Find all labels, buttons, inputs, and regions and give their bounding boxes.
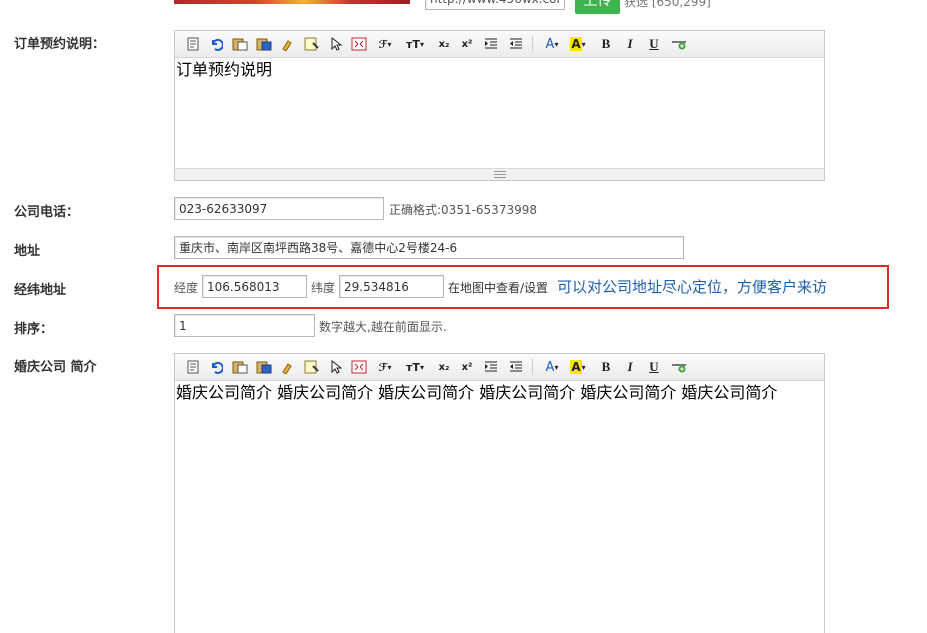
- cursor-icon[interactable]: [326, 35, 346, 53]
- toolbar-divider: [532, 359, 533, 375]
- back-color-button[interactable]: A ▾: [566, 35, 590, 53]
- outdent-icon[interactable]: [506, 35, 526, 53]
- phone-format-hint: 正确格式:0351-65373998: [389, 203, 537, 217]
- geo-annotation: 可以对公司地址尽心定位，方便客户来访: [557, 278, 828, 296]
- indent-icon[interactable]: [481, 358, 501, 376]
- subscript-button[interactable]: x₂: [434, 358, 454, 376]
- upload-button[interactable]: 上传: [575, 0, 620, 14]
- order-note-content[interactable]: 订单预约说明: [175, 58, 824, 170]
- editor-toolbar: ℱ ▾ тT ▾ x₂ x² A ▾ A ▾ B I U: [175, 31, 824, 58]
- insert-line-icon[interactable]: [669, 358, 689, 376]
- paste-word-icon[interactable]: [254, 358, 274, 376]
- image-size-hint: 获选 [650,299]: [624, 0, 711, 9]
- font-family-button[interactable]: ℱ ▾: [373, 35, 397, 53]
- fullscreen-icon[interactable]: [349, 358, 369, 376]
- source-icon[interactable]: [183, 358, 203, 376]
- toolbar-divider: [532, 36, 533, 52]
- intro-editor[interactable]: ℱ ▾ тT ▾ x₂ x² A ▾ A ▾ B I U 婚庆公司简介 婚庆公司简介 婚…: [174, 353, 825, 633]
- sort-input[interactable]: [174, 314, 315, 337]
- font-size-button[interactable]: тT ▾: [403, 358, 427, 376]
- indent-icon[interactable]: [481, 35, 501, 53]
- longitude-label: 经度: [174, 281, 199, 295]
- editor-toolbar: ℱ ▾ тT ▾ x₂ x² A ▾ A ▾ B I U: [175, 354, 824, 381]
- geo-label: 经纬地址: [14, 283, 67, 298]
- image-url-input[interactable]: [425, 0, 565, 10]
- phone-label: 公司电话：: [14, 205, 80, 220]
- back-color-button[interactable]: A ▾: [566, 358, 590, 376]
- superscript-button[interactable]: x²: [457, 35, 477, 53]
- sort-hint: 数字越大,越在前面显示.: [319, 320, 447, 334]
- bold-button[interactable]: B: [596, 35, 616, 53]
- font-color-button[interactable]: A ▾: [540, 35, 564, 53]
- order-note-label: 订单预约说明：: [14, 37, 106, 52]
- bold-button[interactable]: B: [596, 358, 616, 376]
- editor-resize-handle[interactable]: [175, 168, 824, 180]
- address-label: 地址: [14, 244, 41, 259]
- grip-icon: [493, 171, 506, 178]
- banner-image-preview: [174, 0, 410, 4]
- font-color-button[interactable]: A ▾: [540, 358, 564, 376]
- address-input[interactable]: [174, 236, 684, 259]
- undo-icon[interactable]: [206, 358, 226, 376]
- intro-label: 婚庆公司 简介: [14, 360, 97, 375]
- phone-input[interactable]: [174, 197, 384, 220]
- source-icon[interactable]: [183, 35, 203, 53]
- map-view-link[interactable]: 在地图中查看/设置: [448, 279, 548, 296]
- paste-icon[interactable]: [230, 358, 250, 376]
- underline-button[interactable]: U: [644, 35, 664, 53]
- font-family-button[interactable]: ℱ ▾: [373, 358, 397, 376]
- underline-button[interactable]: U: [644, 358, 664, 376]
- undo-icon[interactable]: [206, 35, 226, 53]
- clear-format-icon[interactable]: [277, 35, 297, 53]
- sort-label: 排序：: [14, 322, 54, 337]
- clear-format-icon[interactable]: [277, 358, 297, 376]
- latitude-input[interactable]: [339, 275, 444, 298]
- select-all-icon[interactable]: [302, 358, 322, 376]
- paste-word-icon[interactable]: [254, 35, 274, 53]
- insert-line-icon[interactable]: [669, 35, 689, 53]
- longitude-input[interactable]: [202, 275, 307, 298]
- cursor-icon[interactable]: [326, 358, 346, 376]
- italic-button[interactable]: I: [620, 35, 640, 53]
- outdent-icon[interactable]: [506, 358, 526, 376]
- superscript-button[interactable]: x²: [457, 358, 477, 376]
- intro-content[interactable]: 婚庆公司简介 婚庆公司简介 婚庆公司简介 婚庆公司简介 婚庆公司简介 婚庆公司简…: [175, 381, 824, 621]
- font-size-button[interactable]: тT ▾: [403, 35, 427, 53]
- fullscreen-icon[interactable]: [349, 35, 369, 53]
- select-all-icon[interactable]: [302, 35, 322, 53]
- latitude-label: 纬度: [311, 281, 336, 295]
- italic-button[interactable]: I: [620, 358, 640, 376]
- order-note-editor[interactable]: ℱ ▾ тT ▾ x₂ x² A ▾ A ▾ B I U 订单预约说明: [174, 30, 825, 181]
- paste-icon[interactable]: [230, 35, 250, 53]
- subscript-button[interactable]: x₂: [434, 35, 454, 53]
